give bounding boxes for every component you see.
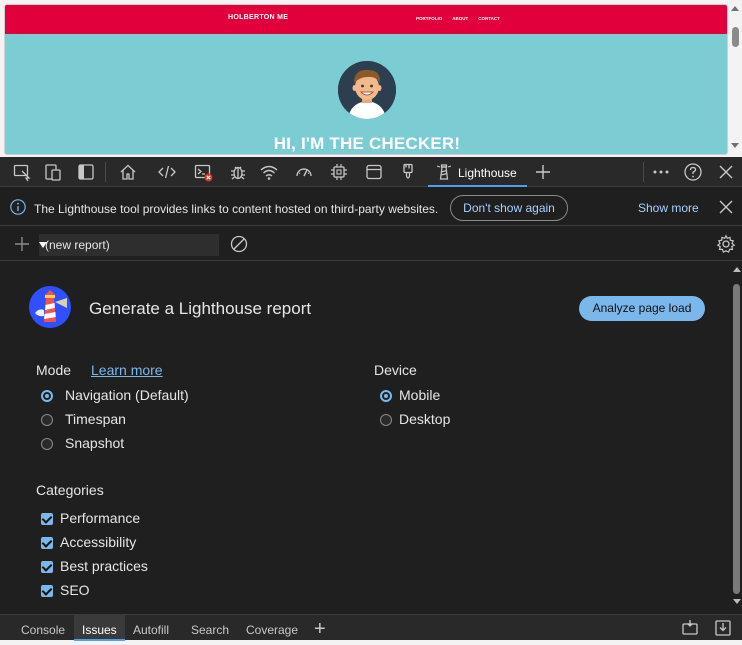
category-label: Performance bbox=[60, 510, 141, 526]
radio-desktop[interactable] bbox=[380, 414, 392, 426]
scroll-up-arrow-icon[interactable] bbox=[733, 267, 741, 272]
dock-side-icon[interactable] bbox=[76, 162, 96, 182]
category-label: Best practices bbox=[60, 558, 148, 574]
more-options-icon[interactable] bbox=[651, 162, 671, 182]
lighthouse-tab-icon bbox=[434, 162, 454, 182]
learn-more-link[interactable]: Learn more bbox=[91, 362, 163, 378]
radio-mobile[interactable] bbox=[380, 390, 392, 402]
site-navbar: HOLBERTON ME PORTFOLIO ABOUT CONTACT bbox=[5, 5, 727, 34]
lighthouse-panel: Generate a Lighthouse report Analyze pag… bbox=[0, 262, 742, 614]
page-scrollbar[interactable] bbox=[730, 4, 740, 155]
tab-lighthouse[interactable]: Lighthouse bbox=[428, 157, 527, 187]
memory-chip-icon[interactable] bbox=[329, 162, 349, 182]
hero-heading: HI, I'M THE CHECKER! bbox=[273, 134, 461, 153]
report-toolbar: (new report) bbox=[0, 227, 742, 261]
drawer-add-tab-icon[interactable]: + bbox=[314, 619, 326, 639]
device-heading: Device bbox=[374, 362, 417, 378]
close-banner-icon[interactable] bbox=[716, 197, 736, 217]
report-dropdown-caret-icon bbox=[39, 242, 47, 248]
sources-bug-icon[interactable] bbox=[228, 162, 248, 182]
clear-block-icon[interactable] bbox=[229, 234, 249, 254]
toolbar-divider bbox=[643, 162, 644, 182]
checkbox-accessibility[interactable] bbox=[41, 537, 53, 549]
avatar bbox=[338, 61, 396, 119]
scroll-thumb[interactable] bbox=[733, 284, 740, 594]
device-toolbar-icon[interactable] bbox=[43, 162, 63, 182]
device-option-label: Mobile bbox=[399, 387, 441, 403]
drawer-tab-issues[interactable]: Issues bbox=[74, 615, 125, 641]
welcome-home-icon[interactable] bbox=[118, 162, 138, 182]
avatar-illustration bbox=[338, 61, 396, 119]
report-select-value: (new report) bbox=[45, 238, 110, 252]
dock-drawer-icon[interactable] bbox=[680, 618, 700, 638]
minimize-drawer-icon[interactable] bbox=[713, 618, 733, 638]
info-message: The Lighthouse tool provides links to co… bbox=[34, 202, 439, 216]
drawer-tabbar: Console Issues Autofill Search Coverage … bbox=[0, 614, 742, 641]
radio-timespan[interactable] bbox=[41, 414, 53, 426]
report-select[interactable]: (new report) bbox=[39, 234, 219, 256]
device-option-label: Desktop bbox=[399, 411, 451, 427]
elements-code-icon[interactable] bbox=[157, 162, 177, 182]
close-devtools-icon[interactable] bbox=[716, 162, 736, 182]
drawer-tab-search[interactable]: Search bbox=[183, 615, 237, 641]
settings-gear-icon[interactable] bbox=[716, 234, 736, 254]
nav-link-portfolio[interactable]: PORTFOLIO bbox=[416, 16, 442, 21]
tab-lighthouse-label: Lighthouse bbox=[458, 166, 517, 180]
radio-navigation[interactable] bbox=[41, 390, 53, 402]
report-title: Generate a Lighthouse report bbox=[89, 299, 312, 318]
console-icon[interactable] bbox=[193, 162, 213, 182]
drawer-tab-autofill[interactable]: Autofill bbox=[125, 615, 177, 641]
dont-show-again-button[interactable]: Don't show again bbox=[450, 195, 568, 221]
show-more-link[interactable]: Show more bbox=[638, 201, 699, 215]
info-icon bbox=[9, 198, 27, 216]
info-banner: The Lighthouse tool provides links to co… bbox=[0, 188, 742, 226]
help-icon[interactable] bbox=[683, 162, 703, 182]
add-panel-plus-icon[interactable] bbox=[533, 162, 553, 182]
category-label: Accessibility bbox=[60, 534, 137, 550]
mode-option-label: Snapshot bbox=[65, 435, 125, 451]
drawer-tab-console[interactable]: Console bbox=[13, 615, 73, 641]
scroll-up-arrow-icon[interactable] bbox=[731, 6, 739, 11]
mode-option-label: Timespan bbox=[65, 411, 126, 427]
devtools-toolbar: Lighthouse bbox=[0, 157, 742, 187]
lighthouse-logo-icon bbox=[29, 286, 71, 328]
inspect-element-icon[interactable] bbox=[12, 162, 32, 182]
nav-link-contact[interactable]: CONTACT bbox=[478, 16, 500, 21]
mode-option-label: Navigation (Default) bbox=[65, 387, 189, 403]
performance-gauge-icon[interactable] bbox=[294, 162, 314, 182]
toolbar-divider bbox=[105, 162, 106, 182]
scroll-thumb[interactable] bbox=[732, 27, 739, 47]
nav-link-about[interactable]: ABOUT bbox=[452, 16, 468, 21]
checkbox-best-practices[interactable] bbox=[41, 561, 53, 573]
analyze-page-load-button[interactable]: Analyze page load bbox=[579, 296, 705, 321]
devtools-panel: Lighthouse The Lighthouse tool provides … bbox=[0, 157, 742, 641]
drawer-tab-coverage[interactable]: Coverage bbox=[238, 615, 306, 641]
scroll-down-arrow-icon[interactable] bbox=[731, 143, 739, 148]
css-overview-brush-icon[interactable] bbox=[398, 162, 418, 182]
categories-heading: Categories bbox=[36, 482, 104, 498]
mode-heading: Mode bbox=[36, 362, 72, 378]
panel-scrollbar[interactable] bbox=[731, 262, 742, 614]
network-wifi-icon[interactable] bbox=[259, 162, 279, 182]
application-window-icon[interactable] bbox=[364, 162, 384, 182]
scroll-down-arrow-icon[interactable] bbox=[733, 599, 741, 604]
site-title[interactable]: HOLBERTON ME bbox=[228, 14, 288, 21]
page-viewport: HOLBERTON ME PORTFOLIO ABOUT CONTACT HI,… bbox=[4, 4, 728, 155]
new-report-plus-icon[interactable] bbox=[12, 234, 32, 254]
checkbox-seo[interactable] bbox=[41, 585, 53, 597]
category-label: SEO bbox=[60, 582, 90, 598]
checkbox-performance[interactable] bbox=[41, 513, 53, 525]
radio-snapshot[interactable] bbox=[41, 438, 53, 450]
site-nav-links: PORTFOLIO ABOUT CONTACT bbox=[416, 16, 500, 21]
